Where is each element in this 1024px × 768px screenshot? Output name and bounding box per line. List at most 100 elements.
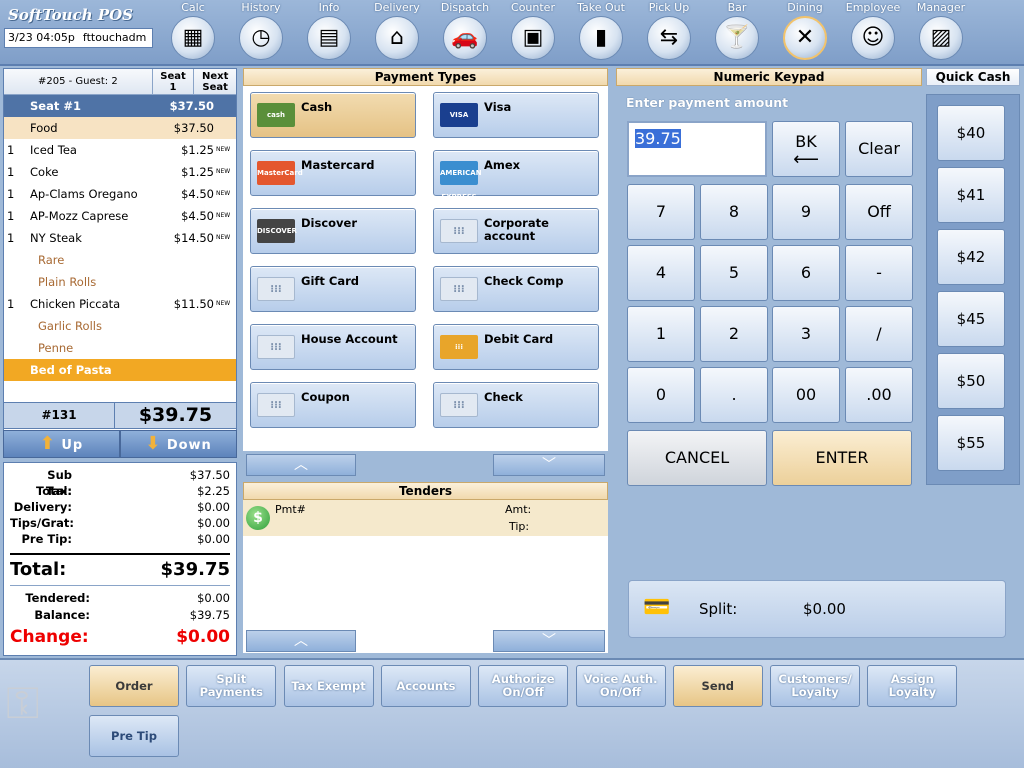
payment-scroll-down[interactable]: ﹀ — [493, 454, 605, 476]
credit-cards-icon: 💳 — [643, 595, 671, 620]
pre-tip-button[interactable]: Pre Tip — [89, 715, 179, 757]
nav-label: Info — [318, 1, 340, 14]
card-icon: ⁝⁝⁝ — [440, 393, 478, 417]
card-icon: ⁝⁝⁝ — [257, 335, 295, 359]
payment-scroll-up[interactable]: ︿ — [246, 454, 356, 476]
nav-delivery[interactable]: Delivery ⌂ — [364, 0, 430, 64]
nav-bar[interactable]: Bar 🍸 — [704, 0, 770, 64]
key-1[interactable]: 1 — [627, 306, 695, 362]
new-badge: NEW — [216, 168, 231, 175]
key-dot[interactable]: . — [700, 367, 768, 423]
key-3[interactable]: 3 — [772, 306, 840, 362]
order-row[interactable]: 1 Iced Tea $1.25 NEW — [4, 139, 236, 161]
tenders-scroll-up[interactable]: ︿ — [246, 630, 356, 652]
payment-coupon-button[interactable]: ⁝⁝⁝ Coupon — [250, 382, 416, 428]
key-dot-00[interactable]: .00 — [845, 367, 913, 423]
payment-amex-button[interactable]: AMERICAN EXPRESS Amex — [433, 150, 599, 201]
item-price: $4.50 — [181, 187, 214, 201]
order-row[interactable]: Plain Rolls — [4, 271, 236, 293]
nav-info[interactable]: Info ▤ — [296, 0, 362, 64]
quick-cash-button[interactable]: $55 — [937, 415, 1005, 471]
order-row[interactable]: Food $37.50 — [4, 117, 236, 139]
payment-cash-button[interactable]: cash Cash — [250, 92, 416, 138]
payment-house-account-button[interactable]: ⁝⁝⁝ House Account — [250, 324, 416, 370]
key-4[interactable]: 4 — [627, 245, 695, 301]
order-row[interactable]: 1 Ap-Clams Oregano $4.50 NEW — [4, 183, 236, 205]
quick-cash-button[interactable]: $50 — [937, 353, 1005, 409]
up-button[interactable]: ⬆ Up — [3, 430, 120, 458]
payment-visa-button[interactable]: VISA Visa — [433, 92, 599, 138]
enter-button[interactable]: ENTER — [772, 430, 912, 486]
nav-dining[interactable]: Dining ✕ — [772, 0, 838, 64]
payment-gift-card-button[interactable]: ⁝⁝⁝ Gift Card — [250, 266, 416, 312]
split-payments-button[interactable]: Split Payments — [186, 665, 277, 707]
payment-corporate-account-button[interactable]: ⁝⁝⁝ Corporate account — [433, 208, 599, 254]
nav-manager[interactable]: Manager ▨ — [908, 0, 974, 64]
cash-icon: cash — [257, 103, 295, 127]
key-8[interactable]: 8 — [700, 184, 768, 240]
nav-calc[interactable]: Calc ▦ — [160, 0, 226, 64]
assign-loyalty-button[interactable]: Assign Loyalty — [867, 665, 958, 707]
order-row[interactable]: 1 NY Steak $14.50 NEW — [4, 227, 236, 249]
down-button[interactable]: ⬇ Down — [120, 430, 237, 458]
nav-history[interactable]: History ◷ — [228, 0, 294, 64]
customers-loyalty-button[interactable]: Customers/ Loyalty — [770, 665, 861, 707]
order-row[interactable]: 1 Coke $1.25 NEW — [4, 161, 236, 183]
down-arrow-icon: ⬇ — [145, 433, 162, 454]
payment-discover-button[interactable]: DISCOVER Discover — [250, 208, 416, 254]
cocktail-icon: 🍸 — [715, 16, 759, 60]
send-button[interactable]: Send — [672, 665, 763, 707]
order-row[interactable]: Garlic Rolls — [4, 315, 236, 337]
order-row[interactable]: Bed of Pasta — [4, 359, 236, 381]
nav-label: Delivery — [374, 1, 420, 14]
tender-row[interactable]: $ Pmt# Amt: Tip: — [243, 500, 608, 536]
payment-check-button[interactable]: ⁝⁝⁝ Check — [433, 382, 599, 428]
quick-cash-button[interactable]: $42 — [937, 229, 1005, 285]
nav-take-out[interactable]: Take Out ▮ — [568, 0, 634, 64]
key-5[interactable]: 5 — [700, 245, 768, 301]
accounts-button[interactable]: Accounts — [380, 665, 471, 707]
payment-label: Amex — [484, 158, 521, 172]
key-9[interactable]: 9 — [772, 184, 840, 240]
key-minus[interactable]: - — [845, 245, 913, 301]
car-icon: 🚗 — [443, 16, 487, 60]
backspace-button[interactable]: BK ⟵ — [772, 121, 840, 177]
tip-label: Tip: — [509, 520, 530, 533]
key-2[interactable]: 2 — [700, 306, 768, 362]
order-row[interactable]: Penne — [4, 337, 236, 359]
payment-amount-input[interactable]: 39.75 — [627, 121, 767, 177]
quick-cash-button[interactable]: $41 — [937, 167, 1005, 223]
check-bar: #131 $39.75 — [3, 402, 237, 429]
order-row[interactable]: Rare — [4, 249, 236, 271]
seat-selector[interactable]: Seat 1 — [153, 69, 195, 94]
key-0[interactable]: 0 — [627, 367, 695, 423]
payment-mastercard-button[interactable]: MasterCard Mastercard — [250, 150, 416, 196]
payment-debit-card-button[interactable]: ⁝⁝⁝ Debit Card — [433, 324, 599, 370]
key-off[interactable]: Off — [845, 184, 913, 240]
key-slash[interactable]: / — [845, 306, 913, 362]
order-row[interactable]: 1 Chicken Piccata $11.50 NEW — [4, 293, 236, 315]
order-row[interactable]: Seat #1 $37.50 — [4, 95, 236, 117]
order-row[interactable]: 1 AP-Mozz Caprese $4.50 NEW — [4, 205, 236, 227]
quick-cash-button[interactable]: $45 — [937, 291, 1005, 347]
next-seat-button[interactable]: Next Seat — [194, 69, 236, 94]
nav-pick-up[interactable]: Pick Up ⇆ — [636, 0, 702, 64]
nav-dispatch[interactable]: Dispatch 🚗 — [432, 0, 498, 64]
tax-exempt-button[interactable]: Tax Exempt — [283, 665, 374, 707]
key-7[interactable]: 7 — [627, 184, 695, 240]
tenders-scroll-down[interactable]: ﹀ — [493, 630, 605, 652]
quick-cash-button[interactable]: $40 — [937, 105, 1005, 161]
clear-button[interactable]: Clear — [845, 121, 913, 177]
nav-employee[interactable]: Employee ☺ — [840, 0, 906, 64]
order-button[interactable]: Order — [89, 665, 179, 707]
voice-auth-on-off-button[interactable]: Voice Auth. On/Off — [575, 665, 666, 707]
new-badge: NEW — [216, 234, 231, 241]
key-00[interactable]: 00 — [772, 367, 840, 423]
chevron-up-icon: ︿ — [294, 633, 308, 649]
cancel-button[interactable]: CANCEL — [627, 430, 767, 486]
key-6[interactable]: 6 — [772, 245, 840, 301]
payment-check-comp-button[interactable]: ⁝⁝⁝ Check Comp — [433, 266, 599, 312]
item-qty: 1 — [7, 209, 15, 223]
authorize-on-off-button[interactable]: Authorize On/Off — [478, 665, 569, 707]
nav-counter[interactable]: Counter ▣ — [500, 0, 566, 64]
